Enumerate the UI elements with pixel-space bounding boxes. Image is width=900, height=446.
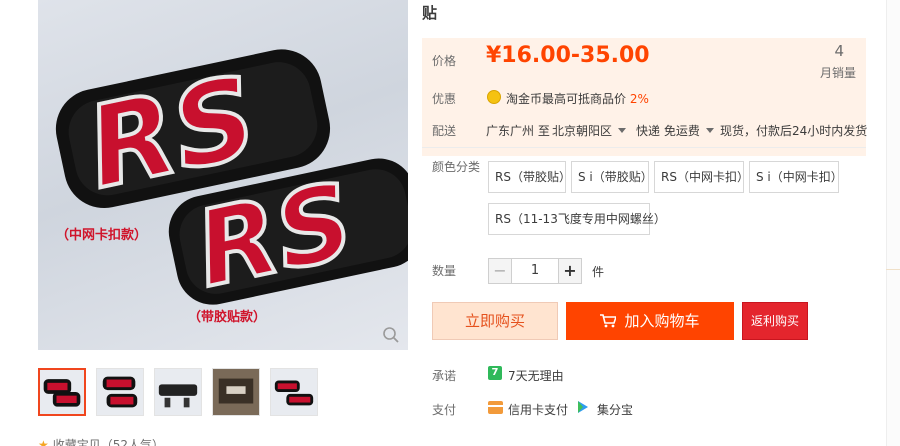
sku-option-rs-fit-screws[interactable]: RS（11-13飞度专用中网螺丝） [488,203,666,235]
destination-select[interactable]: 北京朝阳区 [552,122,627,139]
divider [422,147,866,148]
thumbnail-1[interactable] [38,368,86,416]
credit-card-payment[interactable]: 信用卡支付 [508,401,568,418]
sku-option-rs-adhesive[interactable]: RS（带胶贴） [488,161,571,193]
quantity-decrement-button[interactable]: − [488,258,512,284]
buy-now-button[interactable]: 立即购买 [432,302,558,340]
main-product-image[interactable]: RS RS （中网卡扣款） （带胶贴款） [38,0,408,350]
express-select[interactable]: 快递 免运费 [636,122,714,139]
shipping-label: 配送 [432,124,457,138]
chevron-down-icon [705,128,714,133]
promise-label: 承诺 [432,369,457,383]
promise-text[interactable]: 7天无理由 [508,367,564,384]
sku-option-si-clip[interactable]: S i（中网卡扣） [749,161,843,193]
caption-grille-clip: （中网卡扣款） [56,228,148,243]
monthly-sales-count: 4 [834,42,844,60]
price-value: ¥16.00-35.00 [486,43,650,68]
thumbnail-5[interactable] [270,368,318,416]
promo-label: 优惠 [432,92,457,106]
quantity-label: 数量 [432,264,457,278]
thumbnail-3[interactable] [154,368,202,416]
promo-percent: 2% [629,92,649,106]
seven-day-return-icon: 7 [488,366,502,380]
caption-adhesive: （带胶贴款） [188,310,267,325]
favorite-link[interactable]: ★ 收藏宝贝（52人气） [38,436,164,446]
destination-text: 北京朝阳区 [552,124,613,138]
price-label: 价格 [432,54,457,68]
product-page: 贴 RS RS （中网卡扣款） （带胶贴款） ★ 收藏宝贝（52人气） 价格 ¥… [0,0,900,446]
add-to-cart-label: 加入购物车 [624,312,700,330]
promo-text: 淘金币最高可抵商品价 [506,92,627,106]
product-title-tail: 贴 [422,4,438,22]
zoom-icon[interactable] [382,326,400,344]
cart-icon [600,314,617,328]
quantity-unit: 件 [592,265,605,279]
rs-emblem-image: RS RS [55,49,408,313]
right-sidebar-box [886,0,900,270]
quantity-increment-button[interactable]: + [558,258,582,284]
express-text: 快递 免运费 [636,124,700,138]
monthly-sales-label: 月销量 [819,66,856,80]
sku-option-si-adhesive[interactable]: S i（带胶贴） [571,161,653,193]
promo-text-wrap: 淘金币最高可抵商品价 2% [506,90,649,107]
taojinbi-coin-icon [487,90,501,104]
jifenbao-payment[interactable]: 集分宝 [597,401,633,418]
add-to-cart-button[interactable]: 加入购物车 [566,302,734,340]
thumbnail-2[interactable] [96,368,144,416]
favorite-text: 收藏宝贝（52人气） [52,438,165,446]
shipping-origin: 广东广州 至 [486,124,550,138]
payment-label: 支付 [432,403,457,417]
stock-note: 现货，付款后24小时内发货 [720,124,868,138]
sku-label: 颜色分类 [432,160,481,174]
product-title-clipped [422,0,872,4]
chevron-down-icon [618,128,627,133]
credit-card-icon [488,401,503,414]
rebate-buy-button[interactable]: 返利购买 [742,302,808,340]
thumbnail-4[interactable] [212,368,260,416]
star-icon: ★ [38,438,49,446]
quantity-input[interactable]: 1 [512,258,558,284]
sku-option-rs-clip[interactable]: RS（中网卡扣） [654,161,749,193]
jifenbao-icon [578,401,588,413]
